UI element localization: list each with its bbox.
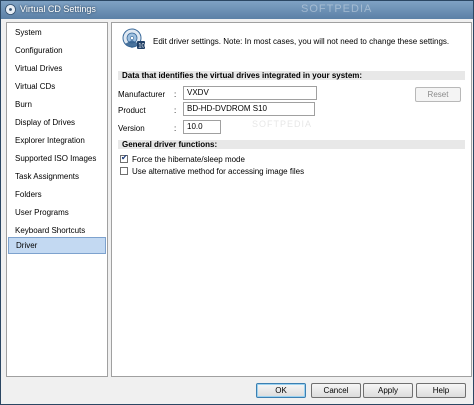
checkmark-icon: ✔ xyxy=(121,153,128,162)
version-label: Version xyxy=(118,124,145,133)
sidebar-item-system[interactable]: System xyxy=(8,24,106,41)
sidebar-item-burn[interactable]: Burn xyxy=(8,96,106,113)
sidebar-item-supported-iso-images[interactable]: Supported ISO Images xyxy=(8,150,106,167)
driver-settings-panel: 10 Edit driver settings. Note: In most c… xyxy=(111,22,472,377)
sidebar-item-user-programs[interactable]: User Programs xyxy=(8,204,106,221)
section-driver-functions: General driver functions: xyxy=(118,140,465,149)
hibernate-checkbox[interactable]: ✔ xyxy=(120,153,128,163)
alternative-method-option-label: Use alternative method for accessing ima… xyxy=(132,167,305,176)
product-label: Product xyxy=(118,106,146,115)
alternative-method-checkbox[interactable] xyxy=(120,167,128,175)
manufacturer-colon: : xyxy=(174,90,177,99)
ok-button[interactable]: OK xyxy=(256,383,306,398)
section-drive-identity: Data that identifies the virtual drives … xyxy=(118,71,465,80)
watermark-text: SOFTPEDIA xyxy=(252,119,313,129)
sidebar-item-virtual-cds[interactable]: Virtual CDs xyxy=(8,78,106,95)
product-colon: : xyxy=(174,106,177,115)
product-field[interactable]: BD-HD-DVDROM S10 xyxy=(183,102,315,116)
hibernate-option-label: Force the hibernate/sleep mode xyxy=(132,155,245,164)
version-colon: : xyxy=(174,124,177,133)
settings-window: Virtual CD Settings SOFTPEDIA System Con… xyxy=(0,0,474,405)
settings-nav: System Configuration Virtual Drives Virt… xyxy=(6,22,108,377)
svg-text:10: 10 xyxy=(138,44,145,50)
app-icon xyxy=(5,4,16,15)
manufacturer-label: Manufacturer xyxy=(118,90,166,99)
apply-button[interactable]: Apply xyxy=(363,383,413,398)
panel-description: Edit driver settings. Note: In most case… xyxy=(153,37,450,46)
version-field[interactable]: 10.0 xyxy=(183,120,221,134)
sidebar-item-configuration[interactable]: Configuration xyxy=(8,42,106,59)
window-title: Virtual CD Settings xyxy=(20,4,96,14)
reset-button[interactable]: Reset xyxy=(415,87,461,102)
driver-icon: 10 xyxy=(122,28,146,50)
sidebar-item-virtual-drives[interactable]: Virtual Drives xyxy=(8,60,106,77)
help-button[interactable]: Help xyxy=(416,383,466,398)
manufacturer-field[interactable]: VXDV xyxy=(183,86,317,100)
sidebar-item-task-assignments[interactable]: Task Assignments xyxy=(8,168,106,185)
sidebar-item-explorer-integration[interactable]: Explorer Integration xyxy=(8,132,106,149)
sidebar-item-driver[interactable]: Driver xyxy=(8,237,106,254)
title-bar[interactable]: Virtual CD Settings SOFTPEDIA xyxy=(1,1,473,19)
watermark-title: SOFTPEDIA xyxy=(301,3,373,15)
cancel-button[interactable]: Cancel xyxy=(311,383,361,398)
sidebar-item-display-of-drives[interactable]: Display of Drives xyxy=(8,114,106,131)
sidebar-item-folders[interactable]: Folders xyxy=(8,186,106,203)
